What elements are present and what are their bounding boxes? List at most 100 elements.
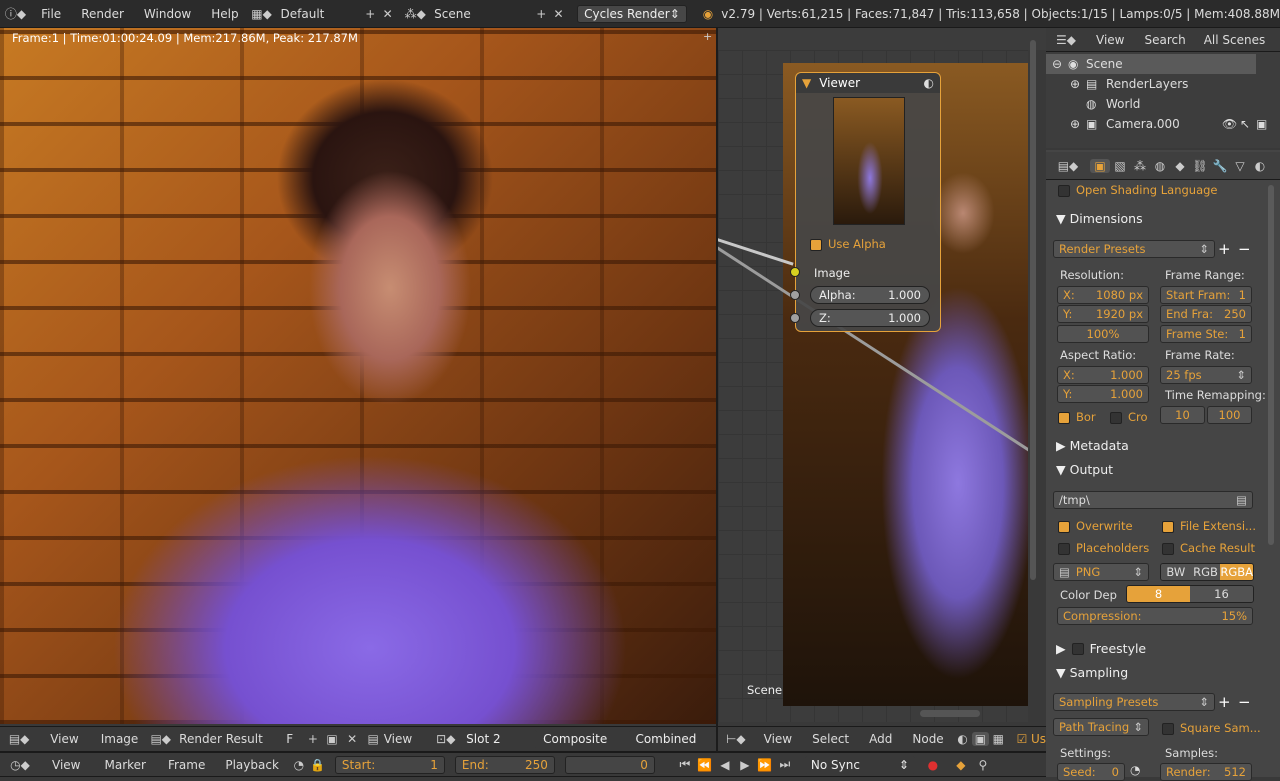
end-frame-timeline-field[interactable]: End: 250 [454, 755, 555, 774]
use-nodes-checkbox-icon[interactable]: ☑ [1013, 732, 1031, 746]
visibility-eye-icon[interactable]: 👁 [1222, 117, 1240, 131]
overwrite-checkbox[interactable]: Overwrite [1058, 519, 1133, 533]
outliner-view-menu[interactable]: View [1086, 33, 1134, 47]
outliner-item-renderlayers[interactable]: ⊕ ▤ RenderLayers [1070, 74, 1188, 94]
image-view-menu[interactable]: View [38, 732, 90, 746]
color-depth-selector[interactable]: 8 16 [1126, 585, 1254, 603]
menu-window[interactable]: Window [134, 7, 201, 21]
alpha-field[interactable]: Alpha: 1.000 [810, 286, 930, 304]
depth-8-option[interactable]: 8 [1127, 586, 1190, 602]
sync-mode-select[interactable]: No Sync ⇕ [804, 755, 915, 774]
layout-grid-icon[interactable]: ▦◆ [249, 7, 275, 21]
scene-tab-icon[interactable]: ⁂ [1130, 159, 1150, 173]
scene-icon[interactable]: ⁂◆ [402, 7, 428, 21]
sampling-presets-select[interactable]: Sampling Presets ⇕ [1053, 693, 1215, 711]
metadata-panel-header[interactable]: ▶ Metadata [1056, 438, 1129, 453]
lock-range-icon[interactable]: 🔒 [309, 758, 327, 772]
aspect-x-field[interactable]: X: 1.000 [1057, 366, 1149, 384]
start-frame-field[interactable]: Start Fram: 1 [1160, 286, 1252, 304]
layers-tab-icon[interactable]: ▧ [1110, 159, 1130, 173]
render-tab-icon[interactable]: ▣ [1090, 158, 1110, 173]
file-extensions-checkbox[interactable]: File Extensi... [1162, 519, 1256, 533]
outliner-editor-icon[interactable]: ☰◆ [1046, 33, 1086, 47]
depth-16-option[interactable]: 16 [1190, 586, 1253, 602]
render-samples-field[interactable]: Render: 512 [1160, 763, 1252, 781]
compositor-nodes-icon[interactable]: ▣ [971, 732, 990, 746]
area-split-plus-icon[interactable]: + [703, 30, 712, 43]
color-mode-selector[interactable]: BW RGB RGBA [1160, 563, 1254, 581]
node-scrollbar[interactable] [920, 710, 980, 717]
end-frame-field[interactable]: End Fra: 250 [1160, 305, 1252, 323]
remove-sampling-preset-icon[interactable]: − [1238, 693, 1251, 711]
new-image-icon[interactable]: + [303, 732, 322, 746]
timeline-playback-menu[interactable]: Playback [215, 758, 289, 772]
next-keyframe-icon[interactable]: ⏩ [755, 758, 775, 772]
menu-render[interactable]: Render [71, 7, 134, 21]
viewer-node-header[interactable]: ▼ Viewer ◐ [796, 73, 940, 93]
timeline-marker-menu[interactable]: Marker [92, 758, 157, 772]
z-socket[interactable] [790, 313, 800, 323]
use-alpha-checkbox[interactable]: Use Alpha [810, 237, 886, 251]
render-engine-select[interactable]: Cycles Render ⇕ [577, 4, 687, 23]
expand-icon[interactable]: ⊕ [1070, 117, 1086, 131]
prev-keyframe-icon[interactable]: ⏪ [695, 758, 715, 772]
fake-user-button[interactable]: F [286, 732, 303, 746]
remove-preset-icon[interactable]: − [1238, 240, 1251, 258]
texture-nodes-icon[interactable]: ▦ [989, 732, 1007, 746]
image-view2-select[interactable]: View [384, 732, 432, 746]
outliner-scenes-select[interactable]: All Scenes [1196, 33, 1274, 47]
output-panel-header[interactable]: ▼ Output [1056, 462, 1113, 477]
material-tab-icon[interactable]: ◐ [1250, 159, 1270, 173]
node-editor-canvas[interactable]: ▼ Viewer ◐ Use Alpha Image Alpha: 1.000 Z… [718, 50, 1028, 722]
view-mode-icon[interactable]: ▤ [363, 732, 384, 746]
frame-rate-select[interactable]: 25 fps ⇕ [1160, 366, 1252, 384]
info-editor-icon[interactable]: ⓘ◆ [0, 5, 31, 22]
remove-scene-icon[interactable]: ✕ [550, 7, 567, 21]
timeline-frame-menu[interactable]: Frame [158, 758, 215, 772]
dimensions-panel-header[interactable]: ▼ Dimensions [1056, 211, 1143, 226]
square-samples-checkbox[interactable]: Square Sam... [1162, 721, 1261, 735]
sampling-panel-header[interactable]: ▼ Sampling [1056, 665, 1128, 680]
rgba-option[interactable]: RGBA [1220, 564, 1253, 580]
render-presets-select[interactable]: Render Presets ⇕ [1053, 240, 1215, 258]
layout-name[interactable]: Default [275, 7, 362, 21]
output-path-field[interactable]: /tmp\ ▤ [1053, 491, 1253, 509]
border-checkbox[interactable]: Bor [1058, 410, 1096, 424]
animated-seed-icon[interactable]: ◔ [1130, 763, 1140, 777]
add-scene-icon[interactable]: + [533, 7, 550, 21]
preview-sphere-icon[interactable]: ◐ [924, 76, 934, 90]
slot-select[interactable]: Slot 2 [460, 730, 538, 748]
unlink-image-icon[interactable]: ✕ [342, 732, 363, 746]
node-node-menu[interactable]: Node [902, 732, 953, 746]
compression-slider[interactable]: Compression: 15% [1057, 607, 1253, 625]
object-tab-icon[interactable]: ◆ [1170, 159, 1190, 173]
play-reverse-icon[interactable]: ◀ [715, 758, 735, 772]
data-tab-icon[interactable]: ▽ [1230, 159, 1250, 173]
play-icon[interactable]: ▶ [735, 758, 755, 772]
timeline-view-menu[interactable]: View [40, 758, 92, 772]
add-preset-icon[interactable]: + [1218, 240, 1231, 258]
menu-help[interactable]: Help [201, 7, 248, 21]
cache-result-checkbox[interactable]: Cache Result [1162, 541, 1255, 555]
outliner-item-world[interactable]: ◍ World [1086, 94, 1140, 114]
outliner-item-scene[interactable]: ⊖ ◉ Scene [1046, 54, 1256, 74]
node-add-menu[interactable]: Add [859, 732, 902, 746]
modifiers-tab-icon[interactable]: 🔧 [1210, 159, 1230, 173]
scene-name[interactable]: Scene [428, 7, 532, 21]
node-select-menu[interactable]: Select [802, 732, 859, 746]
open-image-icon[interactable]: ▣ [323, 732, 342, 746]
path-tracing-select[interactable]: Path Tracing ⇕ [1053, 718, 1149, 736]
collapse-icon[interactable]: ⊖ [1052, 57, 1068, 71]
render-layer-select[interactable]: Composite [537, 730, 630, 748]
file-format-select[interactable]: ▤ PNG ⇕ [1053, 563, 1149, 581]
select-arrow-icon[interactable]: ↖ [1240, 117, 1256, 131]
seed-field[interactable]: Seed: 0 [1057, 763, 1125, 781]
aspect-y-field[interactable]: Y: 1.000 [1057, 385, 1149, 403]
render-result-image[interactable] [0, 28, 716, 724]
properties-editor-icon[interactable]: ▤◆ [1046, 159, 1090, 173]
remap-old-field[interactable]: 10 [1160, 406, 1205, 424]
insert-keyframe-icon[interactable]: ⚲ [973, 758, 993, 772]
placeholders-checkbox[interactable]: Placeholders [1058, 541, 1149, 555]
properties-scrollbar[interactable] [1268, 185, 1274, 545]
image-image-menu[interactable]: Image [91, 732, 149, 746]
